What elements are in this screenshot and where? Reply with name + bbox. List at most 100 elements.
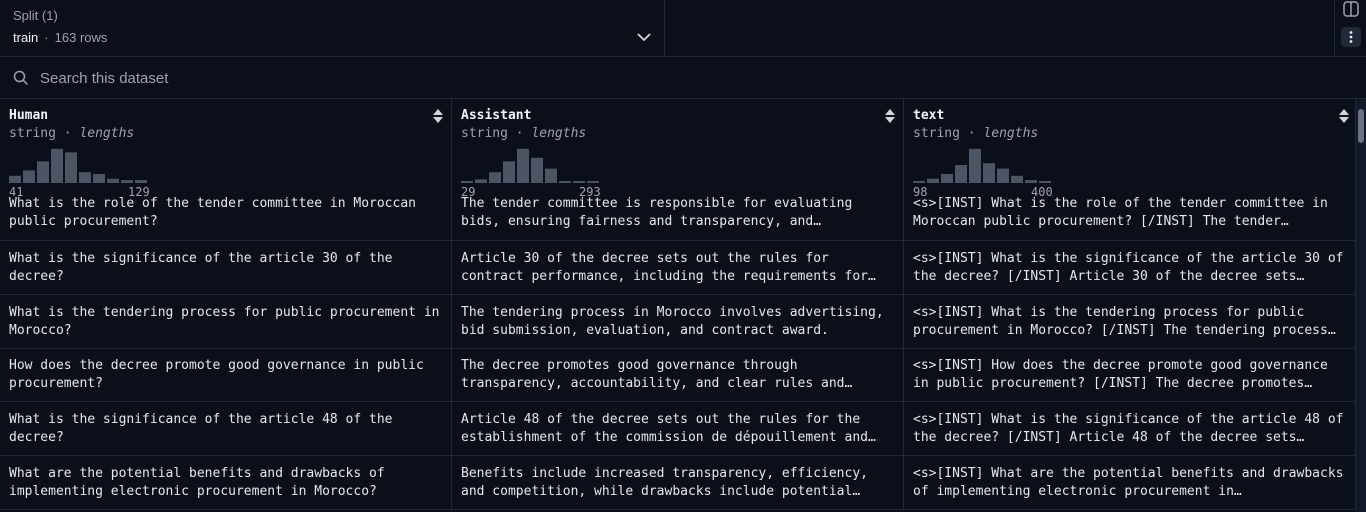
vertical-scrollbar[interactable] xyxy=(1356,99,1366,512)
cell-text: How does the decree promote good governa… xyxy=(9,358,424,391)
cell-text: What is the significance of the article … xyxy=(9,412,393,445)
table-cell-text[interactable]: <s>[INST] What is the tendering process … xyxy=(904,295,1356,348)
table-cell-assistant[interactable]: Article 48 of the decree sets out the ru… xyxy=(452,402,904,455)
histogram-bar[interactable] xyxy=(531,157,543,183)
histogram-bar[interactable] xyxy=(969,148,981,183)
histogram-bar[interactable] xyxy=(1025,180,1037,183)
table-row[interactable]: How does the decree promote good governa… xyxy=(0,348,1356,402)
table-cell-text[interactable]: <s>[INST] What is the role of the tender… xyxy=(904,186,1356,240)
histogram-bar[interactable] xyxy=(573,181,585,183)
table-cell-assistant[interactable]: The tender committee is responsible for … xyxy=(452,186,904,240)
table-cell-human[interactable]: What is the significance of the article … xyxy=(0,402,452,455)
cell-text: What are the potential benefits and draw… xyxy=(9,466,385,499)
view-tools xyxy=(1334,0,1366,57)
column-title: Assistant xyxy=(461,108,532,123)
histogram-bar[interactable] xyxy=(955,165,967,183)
histogram-bar[interactable] xyxy=(79,172,91,183)
histogram-bar[interactable] xyxy=(51,148,63,183)
split-row-count: 163 rows xyxy=(54,30,108,45)
length-histogram xyxy=(461,148,599,183)
table-row[interactable]: What is the role of the tender committee… xyxy=(0,186,1356,241)
split-selector[interactable]: Split (1) train · 163 rows xyxy=(0,0,665,57)
histogram-bar[interactable] xyxy=(545,168,557,183)
table-row[interactable]: What is the significance of the article … xyxy=(0,241,1356,295)
histogram-bar[interactable] xyxy=(913,181,925,183)
histogram-bar[interactable] xyxy=(93,174,105,183)
split-count-label: Split (1) xyxy=(13,8,58,23)
length-histogram xyxy=(913,148,1051,183)
histogram-bar[interactable] xyxy=(587,181,599,183)
histogram-bar[interactable] xyxy=(475,179,487,183)
split-value[interactable]: train · 163 rows xyxy=(13,30,107,45)
stat-name: lengths xyxy=(79,126,135,141)
split-bar: Split (1) train · 163 rows xyxy=(0,0,1366,57)
type-separator: · xyxy=(63,126,72,141)
sort-icon[interactable] xyxy=(884,108,896,124)
histogram-bar[interactable] xyxy=(517,148,529,183)
table-cell-text[interactable]: <s>[INST] What are the potential benefit… xyxy=(904,456,1356,509)
chevron-down-icon[interactable] xyxy=(636,31,652,43)
histogram-bar[interactable] xyxy=(489,172,501,183)
table-cell-human[interactable]: How does the decree promote good governa… xyxy=(0,348,452,401)
cell-text: <s>[INST] What is the role of the tender… xyxy=(913,196,1328,229)
cell-text: Article 48 of the decree sets out the ru… xyxy=(461,412,876,445)
table-cell-human[interactable]: What is the significance of the article … xyxy=(0,241,452,294)
table-row[interactable]: What is the tendering process for public… xyxy=(0,295,1356,349)
sort-icon[interactable] xyxy=(1338,108,1350,124)
table-cell-assistant[interactable]: The decree promotes good governance thro… xyxy=(452,348,904,401)
histogram-bar[interactable] xyxy=(559,181,571,183)
cell-text: The tendering process in Morocco involve… xyxy=(461,305,884,338)
histogram-bar[interactable] xyxy=(107,178,119,183)
table-cell-human[interactable]: What is the tendering process for public… xyxy=(0,295,452,348)
histogram-bar[interactable] xyxy=(997,168,1009,183)
column-title: text xyxy=(913,108,945,123)
histogram-bar[interactable] xyxy=(1011,175,1023,183)
more-options-button[interactable] xyxy=(1341,27,1361,47)
table-cell-human[interactable]: What are the potential benefits and draw… xyxy=(0,456,452,509)
panel-icon xyxy=(1343,1,1359,17)
cell-text: The tender committee is responsible for … xyxy=(461,196,853,229)
toggle-panel-button[interactable] xyxy=(1341,0,1361,20)
sort-icon[interactable] xyxy=(432,108,444,124)
search-bar xyxy=(0,57,1366,99)
table-cell-text[interactable]: <s>[INST] What is the significance of th… xyxy=(904,241,1356,294)
table-row[interactable]: What are the potential benefits and draw… xyxy=(0,456,1356,510)
table-cell-assistant[interactable]: The tendering process in Morocco involve… xyxy=(452,295,904,348)
cell-text: Article 30 of the decree sets out the ru… xyxy=(461,251,876,284)
histogram-bar[interactable] xyxy=(23,170,35,183)
cell-text: The decree promotes good governance thro… xyxy=(461,358,853,391)
table-cell-human[interactable]: What is the role of the tender committee… xyxy=(0,186,452,240)
table-cell-text[interactable]: <s>[INST] What is the significance of th… xyxy=(904,402,1356,455)
table-cell-assistant[interactable]: Benefits include increased transparency,… xyxy=(452,456,904,509)
histogram-bar[interactable] xyxy=(9,175,21,183)
histogram-bar[interactable] xyxy=(927,178,939,183)
cell-text: <s>[INST] How does the decree promote go… xyxy=(913,358,1328,391)
cell-text: <s>[INST] What is the significance of th… xyxy=(913,412,1344,445)
stat-name: lengths xyxy=(531,126,587,141)
cell-text: Benefits include increased transparency,… xyxy=(461,466,868,499)
column-type: string · lengths xyxy=(461,126,586,141)
type-separator: · xyxy=(515,126,524,141)
histogram-bar[interactable] xyxy=(503,161,515,183)
table-row[interactable]: What is the significance of the article … xyxy=(0,402,1356,456)
histogram-bar[interactable] xyxy=(37,161,49,183)
search-input[interactable] xyxy=(40,67,640,89)
scrollbar-thumb[interactable] xyxy=(1358,109,1364,143)
histogram-bar[interactable] xyxy=(121,180,133,183)
histogram-bar[interactable] xyxy=(983,163,995,183)
table-cell-text[interactable]: <s>[INST] How does the decree promote go… xyxy=(904,348,1356,401)
histogram-bar[interactable] xyxy=(135,180,147,183)
dataset-table: Human string · lengths 41 129 Assistant … xyxy=(0,99,1356,512)
cell-text: What is the role of the tender committee… xyxy=(9,196,416,229)
histogram-bar[interactable] xyxy=(1039,181,1051,183)
histogram-bar[interactable] xyxy=(461,181,473,183)
histogram-bar[interactable] xyxy=(941,174,953,183)
cell-text: <s>[INST] What is the tendering process … xyxy=(913,305,1336,338)
histogram-bar[interactable] xyxy=(65,152,77,183)
type-separator: · xyxy=(967,126,976,141)
stat-name: lengths xyxy=(983,126,1039,141)
column-title: Human xyxy=(9,108,49,123)
table-cell-assistant[interactable]: Article 30 of the decree sets out the ru… xyxy=(452,241,904,294)
type-name: string xyxy=(461,126,508,141)
column-type: string · lengths xyxy=(9,126,134,141)
